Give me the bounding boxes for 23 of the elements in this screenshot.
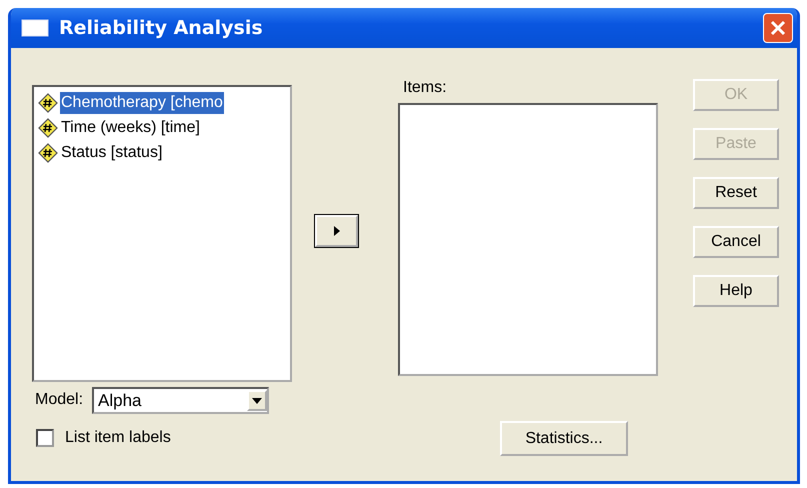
variable-item[interactable]: Status [status] [60, 142, 164, 164]
triangle-icon [334, 226, 340, 236]
scale-variable-icon [38, 142, 58, 162]
checkbox-label: List item labels [65, 429, 171, 447]
move-button[interactable] [315, 215, 358, 247]
dropdown-arrow-icon [252, 398, 262, 404]
dialog-button[interactable]: Reset [693, 177, 779, 209]
scale-variable-icon [38, 92, 58, 112]
statistics-button[interactable]: Statistics... [500, 421, 628, 456]
checkbox[interactable] [36, 429, 54, 447]
scale-variable-icon [38, 118, 58, 138]
variable-item[interactable]: Chemotherapy [chemo [60, 92, 224, 114]
dialog-button[interactable]: Help [693, 275, 779, 307]
model-dropdown[interactable]: Alpha [92, 387, 270, 414]
dialog-button[interactable]: Cancel [693, 226, 779, 258]
window-title: Reliability Analysis [59, 17, 264, 39]
close-button[interactable] [763, 13, 793, 43]
close-icon [770, 20, 786, 36]
window-icon [21, 19, 49, 37]
items-label: Items: [403, 79, 448, 97]
variable-item[interactable]: Time (weeks) [time] [60, 116, 201, 138]
variable-list[interactable]: Chemotherapy [chemo Time (weeks) [time] Status [status] [32, 85, 292, 382]
model-label: Model: [35, 391, 84, 409]
